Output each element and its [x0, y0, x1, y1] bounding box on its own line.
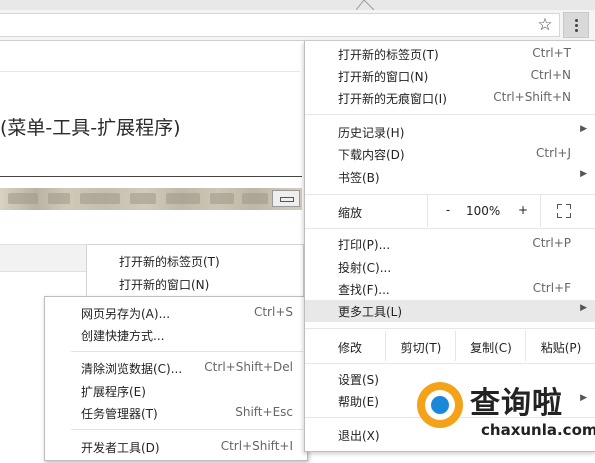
- submenu-create-shortcut[interactable]: 创建快捷方式...: [45, 324, 307, 346]
- menu-item-shortcut: Ctrl+Shift+Del: [204, 360, 293, 374]
- address-bar[interactable]: [0, 13, 560, 37]
- menu-separator: [305, 363, 595, 364]
- blurred-text: [0, 193, 275, 204]
- menu-item-label: 打开新的标签页(T): [338, 48, 439, 62]
- cut-label: 剪切(T): [400, 341, 442, 355]
- inner-menu-new-window: 打开新的窗口(N): [119, 278, 210, 292]
- menu-item-label: 书签(B): [338, 171, 380, 185]
- bookmark-star-icon[interactable]: ☆: [534, 14, 556, 36]
- menu-item-label: 任务管理器(T): [81, 407, 158, 421]
- submenu-developer-tools[interactable]: 开发者工具(D) Ctrl+Shift+I: [45, 436, 307, 458]
- page-top-bar: [0, 41, 300, 72]
- tab-strip: [0, 0, 595, 10]
- menu-bookmarks[interactable]: 书签(B) ▶: [305, 166, 595, 188]
- menu-edit-row: 修改 剪切(T) 复制(C) 粘贴(P): [305, 331, 595, 361]
- cut-button[interactable]: 剪切(T): [385, 331, 456, 361]
- menu-item-shortcut: Ctrl+P: [532, 236, 571, 250]
- page-section-bar: [0, 244, 86, 272]
- menu-item-label: 创建快捷方式...: [81, 329, 165, 343]
- submenu-arrow-icon: ▶: [580, 303, 587, 313]
- menu-item-label: 清除浏览数据(C)...: [81, 362, 183, 376]
- zoom-out-button[interactable]: -: [441, 203, 455, 217]
- menu-new-incognito-window[interactable]: 打开新的无痕窗口(I) Ctrl+Shift+N: [305, 87, 595, 109]
- menu-item-label: 打开新的窗口(N): [338, 70, 429, 84]
- submenu-extensions[interactable]: 扩展程序(E): [45, 380, 307, 402]
- menu-separator: [71, 351, 303, 352]
- menu-new-window[interactable]: 打开新的窗口(N) Ctrl+N: [305, 65, 595, 87]
- zoom-label: 缩放: [338, 206, 363, 220]
- dot-icon: [575, 19, 578, 22]
- menu-item-label: 扩展程序(E): [81, 385, 146, 399]
- menu-item-shortcut: Ctrl+Shift+I: [220, 439, 293, 453]
- tab-edge: [356, 0, 375, 10]
- copy-button[interactable]: 复制(C): [455, 331, 526, 361]
- menu-separator: [305, 328, 595, 329]
- submenu-save-page-as[interactable]: 网页另存为(A)... Ctrl+S: [45, 302, 307, 324]
- menu-separator: [71, 429, 303, 430]
- watermark-url: chaxunla.com: [481, 421, 595, 439]
- menu-item-label: 网页另存为(A)...: [81, 307, 171, 321]
- watermark-logo-icon: [417, 382, 463, 428]
- paste-label: 粘贴(P): [540, 341, 582, 355]
- fullscreen-icon[interactable]: [557, 204, 571, 218]
- dot-icon: [575, 29, 578, 32]
- dot-icon: [575, 24, 578, 27]
- submenu-arrow-icon: ▶: [580, 124, 587, 134]
- menu-print[interactable]: 打印(P)... Ctrl+P: [305, 233, 595, 255]
- menu-zoom-row: 缩放 - 100% +: [305, 195, 595, 227]
- menu-item-label: 投射(C)...: [338, 261, 392, 275]
- inner-screenshot-menu: 打开新的标签页(T) 打开新的窗口(N): [86, 244, 304, 297]
- menu-item-shortcut: Ctrl+S: [253, 305, 293, 319]
- menu-item-label: 更多工具(L): [338, 305, 403, 319]
- menu-item-label: 开发者工具(D): [81, 441, 160, 455]
- more-tools-submenu: 网页另存为(A)... Ctrl+S 创建快捷方式... 清除浏览数据(C)..…: [44, 296, 308, 461]
- menu-item-shortcut: Ctrl+N: [530, 68, 571, 82]
- menu-item-label: 帮助(E): [338, 395, 379, 409]
- menu-item-label: 退出(X): [338, 429, 380, 443]
- menu-separator: [305, 114, 595, 115]
- menu-item-label: 查找(F)...: [338, 283, 390, 297]
- menu-item-shortcut: Shift+Esc: [235, 405, 293, 419]
- menu-new-tab[interactable]: 打开新的标签页(T) Ctrl+T: [305, 43, 595, 65]
- menu-item-label: 下载内容(D): [338, 148, 405, 162]
- menu-downloads[interactable]: 下载内容(D) Ctrl+J: [305, 143, 595, 165]
- copy-label: 复制(C): [470, 341, 512, 355]
- menu-item-shortcut: Ctrl+F: [532, 281, 571, 295]
- inner-menu-new-tab: 打开新的标签页(T): [119, 255, 220, 269]
- menu-item-shortcut: Ctrl+J: [536, 146, 571, 160]
- page-divider: [0, 176, 302, 177]
- menu-separator: [305, 228, 595, 229]
- browser-menu-button[interactable]: [563, 12, 589, 38]
- restore-window-button[interactable]: [272, 190, 300, 207]
- menu-item-label: 设置(S): [338, 373, 379, 387]
- menu-cast[interactable]: 投射(C)...: [305, 256, 595, 278]
- submenu-task-manager[interactable]: 任务管理器(T) Shift+Esc: [45, 402, 307, 424]
- menu-item-shortcut: Ctrl+T: [532, 46, 571, 60]
- watermark: 查询啦 chaxunla.com: [412, 378, 595, 446]
- zoom-controls: - 100% +: [427, 195, 541, 227]
- submenu-arrow-icon: ▶: [580, 169, 587, 179]
- submenu-clear-browsing-data[interactable]: 清除浏览数据(C)... Ctrl+Shift+Del: [45, 357, 307, 379]
- edit-label: 修改: [338, 341, 363, 355]
- watermark-brand: 查询啦: [470, 386, 563, 421]
- paste-button[interactable]: 粘贴(P): [525, 331, 595, 361]
- menu-history[interactable]: 历史记录(H) ▶: [305, 121, 595, 143]
- menu-more-tools[interactable]: 更多工具(L) ▶: [305, 300, 595, 322]
- zoom-in-button[interactable]: +: [516, 203, 530, 217]
- menu-find[interactable]: 查找(F)... Ctrl+F: [305, 278, 595, 300]
- menu-item-label: 打开新的无痕窗口(I): [338, 92, 447, 106]
- menu-item-label: 历史记录(H): [338, 126, 405, 140]
- page-heading: (菜单-工具-扩展程序): [0, 117, 181, 139]
- zoom-level: 100%: [466, 204, 501, 218]
- menu-item-shortcut: Ctrl+Shift+N: [493, 90, 571, 104]
- menu-item-label: 打印(P)...: [338, 238, 391, 252]
